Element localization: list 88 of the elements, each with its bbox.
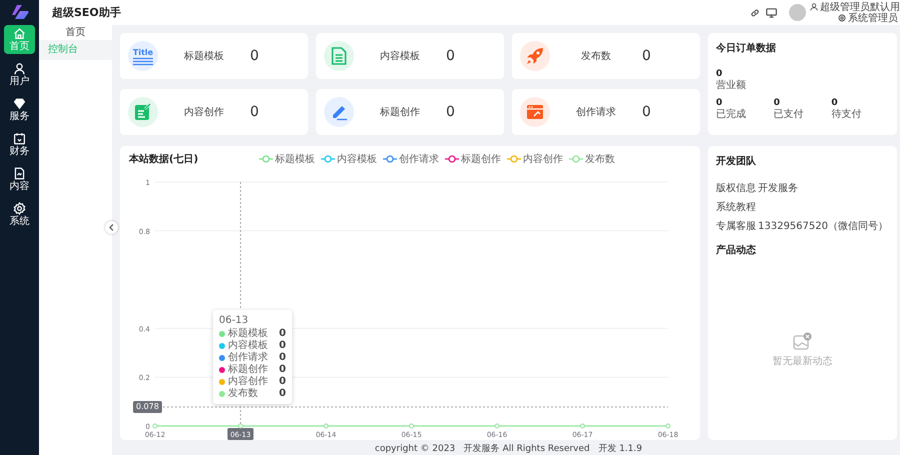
empty-inbox-icon [793, 332, 812, 350]
legend-marker-icon[interactable] [507, 155, 521, 163]
stat-value: 0 [250, 48, 260, 64]
tooltip-label: 内容模板 [228, 340, 268, 352]
stat-label: 创作请求 [575, 106, 617, 119]
stat-value: 0 [716, 69, 724, 80]
tooltip-value: 0 [278, 364, 286, 376]
user-icon [810, 3, 818, 11]
legend-label[interactable]: 内容创作 [523, 152, 563, 166]
tooltip-label: 内容创作 [228, 376, 268, 388]
collapse-button[interactable] [105, 221, 118, 234]
sidebar-item[interactable]: 内容 [4, 165, 35, 194]
data-point [494, 424, 500, 428]
tooltip-value: 0 [278, 328, 286, 340]
tooltip-title: 06-13 [219, 314, 250, 327]
info-label: 专属客服 [716, 220, 757, 232]
document-icon [13, 167, 26, 180]
calendar-icon [13, 132, 26, 145]
stat-label: 内容模板 [379, 50, 421, 63]
tooltip-value: 0 [278, 388, 286, 400]
stat-value: 0 [446, 104, 456, 120]
chart-title: 本站数据(七日) [129, 152, 200, 166]
legend-marker-icon[interactable] [321, 155, 335, 163]
nav-section-title: 首页 [64, 26, 86, 40]
stat-value: 0 [642, 48, 652, 64]
tooltip-label: 标题创作 [228, 364, 268, 376]
sidebar-item[interactable]: 服务 [4, 95, 35, 124]
stat-label: 营业额 [716, 80, 747, 92]
chevron-left-icon [109, 224, 114, 231]
avatar[interactable] [789, 4, 806, 21]
diamond-icon [13, 97, 26, 110]
legend-marker-icon[interactable] [445, 155, 459, 163]
legend-label[interactable]: 标题模板 [275, 152, 315, 166]
sidebar-item[interactable]: 系统 [4, 200, 35, 229]
stat-label: 发布数 [580, 50, 612, 63]
link-icon[interactable] [750, 8, 760, 18]
copyright-text: copyright © 2023 开发服务 All Rights Reserved 开发 1.1.9 [374, 442, 644, 455]
user-name[interactable]: 超级管理员默认用 [820, 2, 900, 12]
stat-label: 标题创作 [379, 106, 421, 119]
empty-message: 暂无最新动态 [772, 354, 832, 368]
tooltip-value: 0 [278, 340, 286, 352]
legend-marker-icon[interactable] [569, 155, 583, 163]
legend-marker-icon[interactable] [383, 155, 397, 163]
monitor-icon[interactable] [766, 8, 777, 18]
stat-value: 0 [774, 98, 781, 109]
tooltip-value: 0 [278, 376, 286, 388]
stat-label: 标题模板 [183, 50, 225, 63]
data-point [580, 424, 585, 428]
data-point [152, 424, 158, 428]
tooltip-label: 发布数 [228, 388, 258, 400]
logo-icon [10, 4, 28, 20]
stat-label: 已支付 [774, 109, 805, 121]
legend-label[interactable]: 内容模板 [337, 152, 377, 166]
tooltip-label: 创作请求 [228, 352, 268, 364]
axis-pointer-label: 0.078 [133, 400, 162, 413]
settings-icon [838, 14, 846, 22]
stat-value: 0 [716, 98, 724, 109]
info-label: 系统教程 [716, 200, 757, 214]
legend-label[interactable]: 创作请求 [399, 152, 439, 166]
stat-value: 0 [446, 48, 456, 64]
data-point [666, 424, 670, 428]
stat-value: 0 [250, 104, 260, 120]
stat-label: 待支付 [831, 109, 862, 121]
info-value: 13329567520（微信同号） [758, 220, 889, 232]
card-title: 产品动态 [716, 244, 757, 257]
tooltip-value: 0 [278, 352, 286, 364]
legend-marker-icon[interactable] [259, 155, 273, 163]
home-icon [13, 27, 26, 40]
info-label: 版权信息 [716, 182, 757, 194]
data-point [238, 424, 243, 428]
tooltip-label: 标题模板 [228, 328, 268, 340]
data-point [409, 424, 414, 428]
stat-label: 内容创作 [183, 106, 225, 119]
app-title: 超级SEO助手 [52, 5, 122, 20]
card-title: 开发团队 [716, 154, 757, 168]
user-icon [13, 62, 26, 75]
data-point [324, 424, 328, 428]
legend-label[interactable]: 标题创作 [461, 152, 501, 166]
info-value: 开发服务 [758, 182, 799, 194]
stat-value: 0 [642, 104, 652, 120]
legend-label[interactable]: 发布数 [585, 152, 615, 166]
sidebar-item[interactable]: 财务 [4, 130, 35, 159]
settings-icon [13, 202, 26, 215]
card-title: 今日订单数据 [716, 42, 777, 55]
stat-label: 已完成 [716, 109, 747, 121]
sidebar-item[interactable]: 用户 [4, 60, 35, 89]
user-role: 系统管理员 [848, 12, 898, 24]
stat-value: 0 [831, 98, 839, 108]
